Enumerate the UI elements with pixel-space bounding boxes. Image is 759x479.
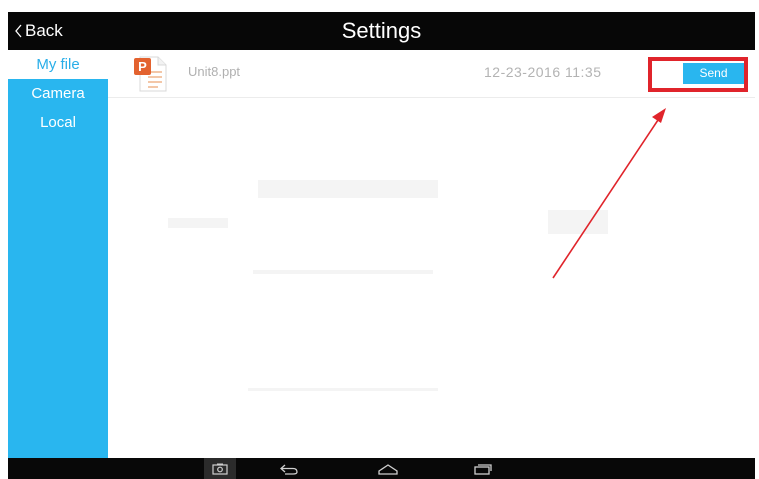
app-screen: Back Settings My file Camera Local P Uni… [8, 12, 755, 479]
nav-home-button[interactable] [372, 458, 404, 479]
sidebar-item-camera[interactable]: Camera [8, 79, 108, 108]
screenshot-icon [212, 463, 228, 475]
nav-back-button[interactable] [273, 458, 305, 479]
sidebar-item-label: Local [40, 114, 76, 131]
nav-recent-button[interactable] [467, 458, 499, 479]
background-artifact [168, 218, 228, 228]
file-date: 12-23-2016 11:35 [484, 64, 602, 80]
page-title: Settings [341, 18, 422, 43]
sidebar-item-label: My file [36, 56, 80, 73]
title-bar: Back Settings [8, 12, 755, 50]
send-button[interactable]: Send [683, 63, 744, 84]
list-item[interactable]: P Unit8.ppt 12-23-2016 11:35 Send [108, 50, 755, 98]
file-name: Unit8.ppt [188, 64, 241, 79]
back-label: Back [25, 21, 63, 40]
back-icon [280, 464, 298, 475]
file-list: P Unit8.ppt 12-23-2016 11:35 Send [108, 50, 755, 458]
sidebar-item-local[interactable]: Local [8, 108, 108, 137]
back-button[interactable]: Back [14, 12, 63, 50]
sidebar-item-label: Camera [31, 85, 85, 102]
background-artifact [548, 210, 608, 234]
sidebar: My file Camera Local [8, 50, 108, 458]
background-artifact [253, 270, 433, 274]
svg-text:P: P [138, 59, 147, 74]
chevron-left-icon [15, 24, 22, 38]
powerpoint-file-icon: P [134, 56, 167, 92]
sidebar-item-my-file[interactable]: My file [8, 50, 108, 79]
background-artifact [248, 388, 438, 391]
screenshot-button[interactable] [204, 458, 236, 479]
background-artifact [258, 180, 438, 198]
home-icon [378, 463, 398, 475]
system-nav-bar [8, 458, 755, 479]
recent-apps-icon [474, 463, 492, 475]
